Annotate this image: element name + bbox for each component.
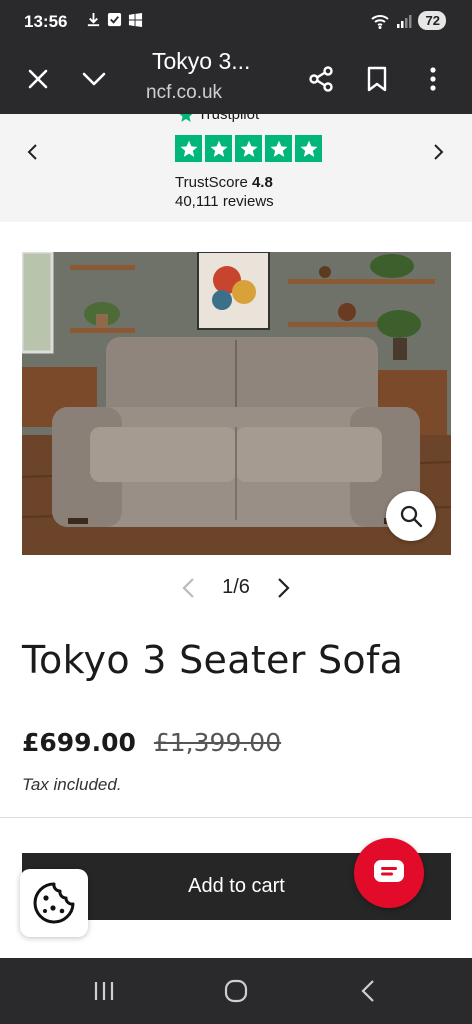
recent-apps-icon[interactable] <box>84 971 124 1011</box>
gallery-navigation: 1/6 <box>0 570 472 606</box>
trust-prev-chevron-icon[interactable] <box>19 139 45 165</box>
chat-button[interactable] <box>354 838 424 908</box>
trustpilot-review-count: 40,111 reviews <box>175 193 274 210</box>
chevron-down-icon[interactable] <box>74 59 114 99</box>
add-to-cart-label: Add to cart <box>188 875 285 897</box>
trust-next-chevron-icon[interactable] <box>426 139 452 165</box>
cookie-settings-button[interactable] <box>20 869 88 937</box>
more-vert-icon[interactable] <box>413 59 453 99</box>
gallery-counter: 1/6 <box>222 576 250 598</box>
trustscore-value: 4.8 <box>251 174 273 191</box>
gallery-next-chevron-icon[interactable] <box>270 574 298 602</box>
product-price: £699.00 <box>22 728 136 757</box>
trustscore-label: TrustScore <box>175 174 248 191</box>
page-title: Tokyo 3... <box>152 48 251 74</box>
windows-icon <box>128 12 143 27</box>
system-navigation-bar <box>0 958 472 1024</box>
trustpilot-widget[interactable]: Trustpilot TrustScore 4.8 40,111 reviews <box>0 114 472 222</box>
status-time: 13:56 <box>24 12 68 31</box>
trustpilot-brand-label: Trustpilot <box>198 114 260 123</box>
close-icon[interactable] <box>18 59 58 99</box>
gallery-prev-chevron-icon[interactable] <box>174 574 202 602</box>
price-row: £699.00 £1,399.00 <box>22 728 281 757</box>
zoom-button[interactable] <box>386 491 436 541</box>
divider <box>0 817 472 818</box>
browser-toolbar: Tokyo 3... ncf.co.uk <box>0 44 472 114</box>
trust-star-icon <box>235 135 262 162</box>
status-system-icons: 72 <box>370 11 446 30</box>
share-icon[interactable] <box>301 59 341 99</box>
page-url: ncf.co.uk <box>146 82 223 103</box>
wifi-icon <box>370 14 389 29</box>
page: 13:56 72 Tokyo 3... ncf.co.uk Trustpilot… <box>0 0 472 1024</box>
trust-star-icon <box>175 135 202 162</box>
bookmark-icon[interactable] <box>357 59 397 99</box>
checkbox-icon <box>107 12 122 27</box>
chat-icon <box>374 860 404 882</box>
download-icon <box>87 12 100 27</box>
trustpilot-star-icon <box>180 114 192 122</box>
cookie-icon <box>33 882 75 924</box>
trust-star-icon <box>205 135 232 162</box>
status-bar: 13:56 72 <box>0 0 472 44</box>
trust-star-icon <box>295 135 322 162</box>
signal-icon <box>396 14 412 28</box>
battery-icon: 72 <box>417 11 446 30</box>
back-icon[interactable] <box>348 971 388 1011</box>
status-notification-icons <box>86 12 143 27</box>
search-icon <box>400 505 423 528</box>
product-original-price: £1,399.00 <box>153 728 282 757</box>
trustpilot-brand: Trustpilot <box>178 114 259 123</box>
trust-star-icon <box>265 135 292 162</box>
trustscore: TrustScore 4.8 <box>175 174 273 191</box>
product-title: Tokyo 3 Seater Sofa <box>22 638 404 682</box>
home-icon[interactable] <box>216 971 256 1011</box>
trustpilot-stars <box>175 135 322 162</box>
tax-note: Tax included. <box>22 775 122 794</box>
